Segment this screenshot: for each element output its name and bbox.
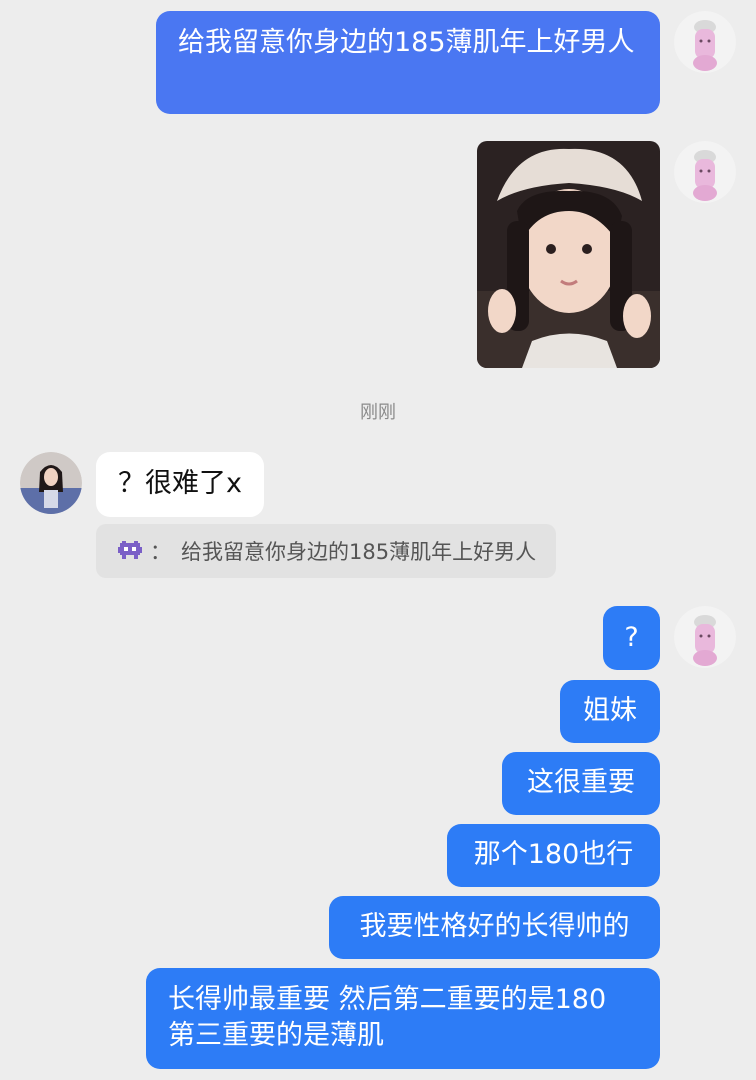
message-bubble-outgoing[interactable]: 这很重要 [502,752,660,815]
message-text: 这很重要 [527,767,635,798]
quoted-message[interactable]: ： 给我留意你身边的185薄肌年上好男人 [96,524,557,578]
message-text: 那个180也行 [473,839,634,870]
quote-text: 给我留意你身边的185薄肌年上好男人 [181,540,537,564]
message-bubble-outgoing[interactable]: 我要性格好的长得帅的 [329,896,660,959]
purple-pixel-alien-icon [116,537,144,565]
message-text: ? [624,622,639,653]
message-bubble-incoming[interactable]: ？很难了x [96,452,264,517]
message-text: 我要性格好的长得帅的 [359,911,630,942]
sent-photo[interactable] [477,141,660,368]
my-avatar-icon[interactable] [674,606,736,668]
message-bubble-outgoing[interactable]: 长得帅最重要 然后第二重要的是180 第三重要的是薄肌 [146,968,660,1069]
message-bubble-outgoing[interactable]: 姐妹 [560,680,660,743]
message-text: 长得帅最重要 然后第二重要的是180 第三重要的是薄肌 [168,984,607,1051]
message-text: 姐妹 [583,695,637,726]
message-text: ？很难了x [118,468,242,499]
message-timestamp: 刚刚 [360,402,396,423]
quote-separator: ： [150,540,171,564]
my-avatar-icon[interactable] [674,11,736,73]
message-text: 给我留意你身边的185薄肌年上好男人 [178,27,635,58]
my-avatar-icon[interactable] [674,141,736,203]
message-bubble-outgoing[interactable]: 那个180也行 [447,824,660,887]
chat-area: 给我留意你身边的185薄肌年上好男人 刚刚 ？很难了x ： 给我留意你身边的18… [0,0,756,1080]
message-bubble-outgoing[interactable]: ? [603,606,660,670]
message-bubble-outgoing[interactable]: 给我留意你身边的185薄肌年上好男人 [156,11,660,114]
their-avatar-icon[interactable] [20,452,82,514]
